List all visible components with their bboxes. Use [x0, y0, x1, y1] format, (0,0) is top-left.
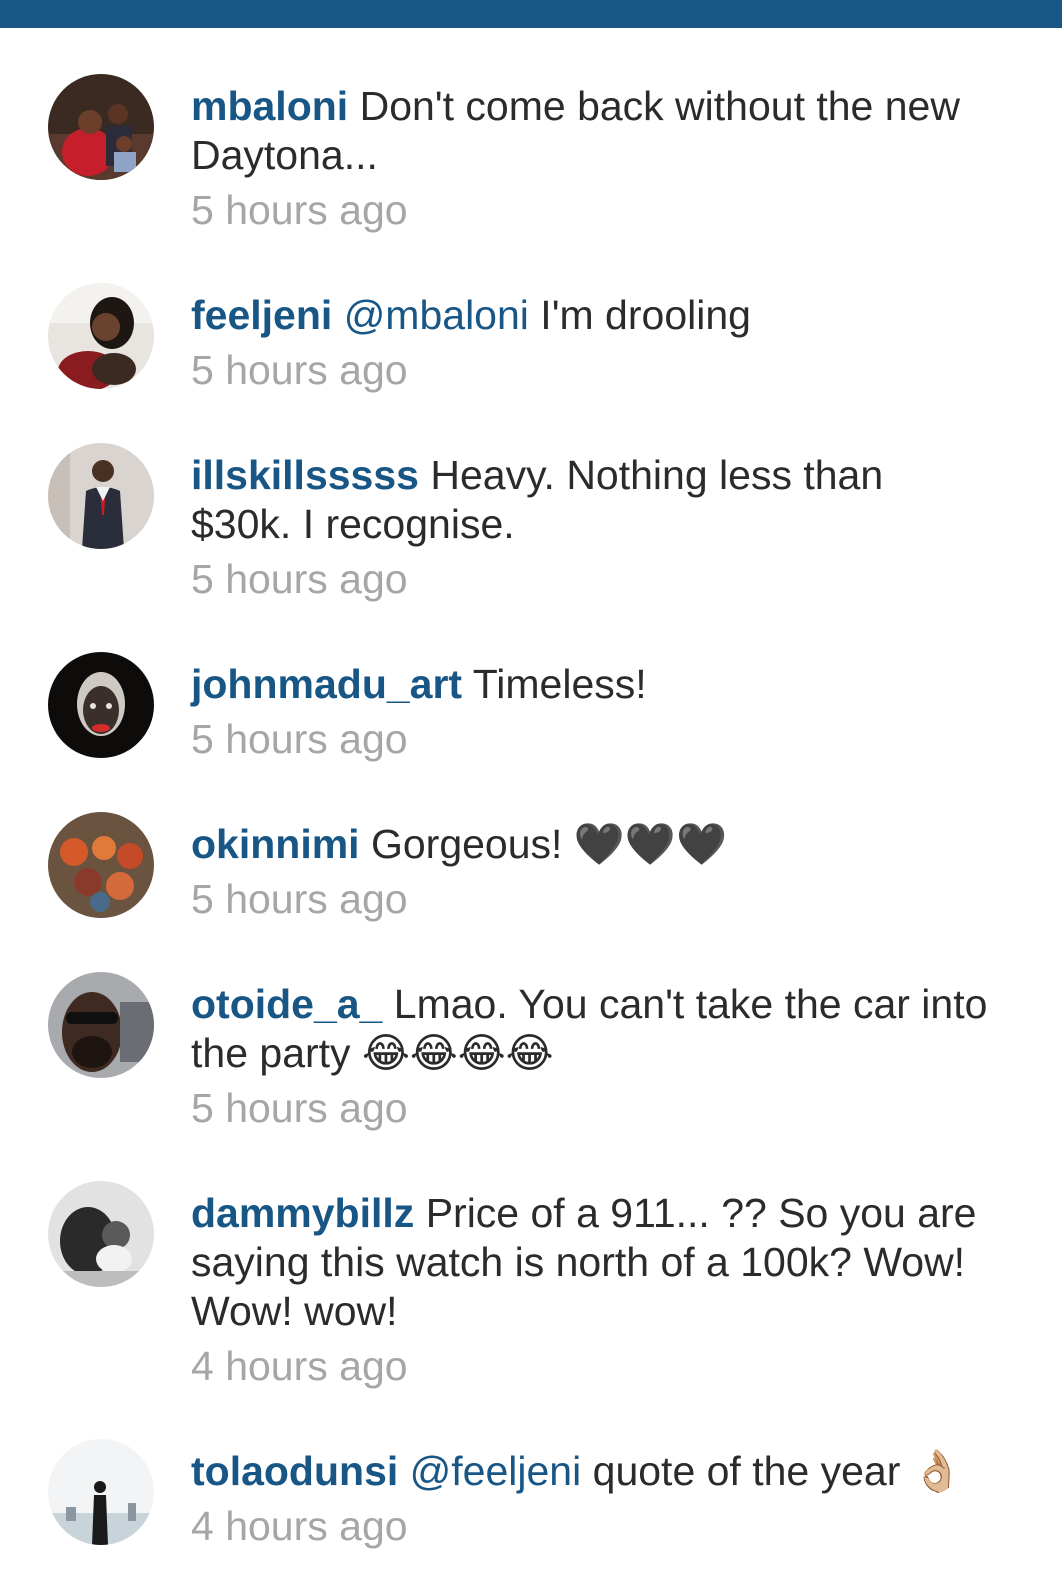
- black-heart-emoji-icon: 🖤🖤🖤: [573, 821, 727, 867]
- avatar-photo: [48, 443, 154, 549]
- username-link[interactable]: feeljeni: [191, 292, 332, 338]
- username-link[interactable]: dammybillz: [191, 1190, 414, 1236]
- avatar[interactable]: [48, 1181, 154, 1287]
- timestamp: 5 hours ago: [191, 187, 408, 233]
- timestamp: 4 hours ago: [191, 1343, 408, 1389]
- comment-message: Gorgeous!: [370, 821, 563, 867]
- timestamp: 5 hours ago: [191, 1085, 408, 1131]
- username-link[interactable]: otoide_a_: [191, 981, 382, 1027]
- comment-message: quote of the year: [592, 1448, 901, 1494]
- timestamp: 5 hours ago: [191, 347, 408, 393]
- avatar-photo: [48, 972, 154, 1078]
- comment-text: illskillsssss Heavy. Nothing less than $…: [191, 451, 991, 549]
- comment-text: tolaodunsi @feeljeni quote of the year 👌…: [191, 1447, 991, 1496]
- avatar[interactable]: [48, 443, 154, 549]
- comment-text: feeljeni @mbaloni I'm drooling: [191, 291, 991, 340]
- comment-body: okinnimi Gorgeous! 🖤🖤🖤 5 hours ago: [191, 820, 991, 924]
- timestamp: 5 hours ago: [191, 876, 408, 922]
- ok-hand-emoji-icon: 👌🏼: [911, 1448, 963, 1494]
- comment-message: Timeless!: [472, 661, 647, 707]
- avatar-photo: [48, 652, 154, 758]
- comment-text: dammybillz Price of a 911... ?? So you a…: [191, 1189, 991, 1336]
- avatar-photo: [48, 283, 154, 389]
- comment-body: johnmadu_art Timeless! 5 hours ago: [191, 660, 991, 764]
- username-link[interactable]: johnmadu_art: [191, 661, 462, 707]
- comment-body: feeljeni @mbaloni I'm drooling 5 hours a…: [191, 291, 991, 395]
- tears-of-joy-emoji-icon: 😂😂😂😂: [361, 1030, 554, 1076]
- username-link[interactable]: mbaloni: [191, 83, 348, 129]
- comment-text: johnmadu_art Timeless!: [191, 660, 991, 709]
- mention-link[interactable]: @feeljeni: [410, 1448, 582, 1494]
- avatar-photo: [48, 74, 154, 180]
- comment-text: mbaloni Don't come back without the new …: [191, 82, 991, 180]
- comment-body: tolaodunsi @feeljeni quote of the year 👌…: [191, 1447, 991, 1551]
- avatar-photo: [48, 812, 154, 918]
- timestamp: 4 hours ago: [191, 1503, 408, 1549]
- avatar[interactable]: [48, 652, 154, 758]
- top-app-bar: [0, 0, 1062, 28]
- timestamp: 5 hours ago: [191, 716, 408, 762]
- comment-text: okinnimi Gorgeous! 🖤🖤🖤: [191, 820, 991, 869]
- comment-text: otoide_a_ Lmao. You can't take the car i…: [191, 980, 991, 1078]
- username-link[interactable]: tolaodunsi: [191, 1448, 398, 1494]
- timestamp: 5 hours ago: [191, 556, 408, 602]
- comment-body: illskillsssss Heavy. Nothing less than $…: [191, 451, 991, 604]
- comment-body: otoide_a_ Lmao. You can't take the car i…: [191, 980, 991, 1133]
- username-link[interactable]: illskillsssss: [191, 452, 419, 498]
- avatar[interactable]: [48, 812, 154, 918]
- avatar[interactable]: [48, 283, 154, 389]
- username-link[interactable]: okinnimi: [191, 821, 360, 867]
- comment-body: mbaloni Don't come back without the new …: [191, 82, 991, 235]
- comment-message: I'm drooling: [540, 292, 751, 338]
- comment-body: dammybillz Price of a 911... ?? So you a…: [191, 1189, 991, 1391]
- avatar-photo: [48, 1439, 154, 1545]
- avatar[interactable]: [48, 74, 154, 180]
- avatar[interactable]: [48, 972, 154, 1078]
- avatar-photo: [48, 1181, 154, 1287]
- mention-link[interactable]: @mbaloni: [344, 292, 529, 338]
- avatar[interactable]: [48, 1439, 154, 1545]
